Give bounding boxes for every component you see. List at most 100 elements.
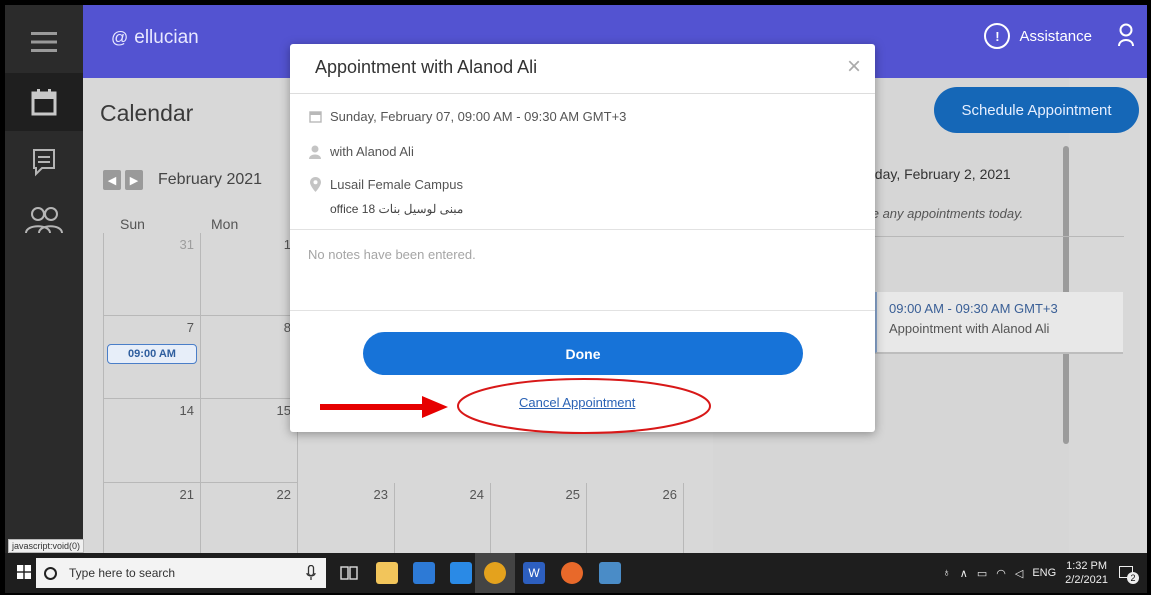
calendar-day[interactable]: 14 bbox=[104, 399, 201, 483]
notification-badge: 2 bbox=[1127, 572, 1139, 584]
brand-logo[interactable]: @ ellucian bbox=[111, 27, 199, 49]
selected-date-heading: esday, February 2, 2021 bbox=[860, 166, 1011, 182]
day-number: 14 bbox=[179, 403, 194, 418]
search-placeholder: Type here to search bbox=[69, 566, 176, 580]
taskbar-clock[interactable]: 1:32 PM 2/2/2021 bbox=[1065, 559, 1108, 587]
calendar-day[interactable]: 31 bbox=[104, 233, 201, 316]
app-pinned-icon[interactable] bbox=[599, 562, 621, 584]
calendar-day[interactable]: 7 09:00 AM bbox=[104, 316, 201, 399]
modal-title: Appointment with Alanod Ali bbox=[315, 57, 538, 77]
left-sidebar bbox=[5, 5, 83, 555]
ellucian-logo-icon: @ bbox=[111, 28, 129, 47]
day-number: 25 bbox=[565, 487, 580, 502]
windows-taskbar: Type here to search W ♁ ∧ ▭ ◠ ◁ ENG 1:32… bbox=[5, 553, 1147, 593]
chevron-right-icon: ▶ bbox=[129, 174, 139, 187]
calendar-day[interactable]: 1 bbox=[201, 233, 298, 316]
task-view-icon[interactable] bbox=[340, 564, 358, 582]
calendar-day[interactable]: 23 bbox=[298, 483, 395, 555]
chrome-icon[interactable] bbox=[484, 562, 506, 584]
people-tray-icon[interactable]: ♁ bbox=[943, 567, 951, 579]
appointment-modal: Appointment with Alanod Ali × Sunday, Fe… bbox=[290, 44, 875, 432]
firefox-icon[interactable] bbox=[561, 562, 583, 584]
calendar-day[interactable]: 24 bbox=[395, 483, 491, 555]
appointment-time: 09:00 AM - 09:30 AM GMT+3 bbox=[889, 301, 1058, 316]
link-status-tooltip: javascript:void(0) bbox=[8, 539, 85, 553]
hamburger-menu-icon bbox=[31, 32, 57, 52]
page-title: Calendar bbox=[100, 100, 194, 126]
menu-button[interactable] bbox=[5, 13, 83, 71]
day-number: 31 bbox=[179, 237, 194, 252]
day-number: 23 bbox=[373, 487, 388, 502]
brand-name: ellucian bbox=[134, 27, 199, 48]
notes-icon bbox=[33, 149, 55, 177]
schedule-appointment-button[interactable]: Schedule Appointment bbox=[934, 87, 1139, 133]
appointment-datetime: Sunday, February 07, 09:00 AM - 09:30 AM… bbox=[308, 109, 626, 124]
calendar-icon bbox=[31, 89, 57, 116]
cancel-appointment-link[interactable]: Cancel Appointment bbox=[519, 395, 635, 410]
month-navigation: ◀ ▶ February 2021 bbox=[103, 170, 262, 190]
day-number: 15 bbox=[276, 403, 291, 418]
appointment-location: Lusail Female Campus bbox=[308, 177, 463, 192]
calendar-day[interactable]: 15 bbox=[201, 399, 298, 483]
month-label: February 2021 bbox=[158, 171, 263, 188]
day-number: 24 bbox=[469, 487, 484, 502]
user-icon[interactable] bbox=[1117, 23, 1135, 47]
exclamation-icon: ! bbox=[984, 23, 1011, 49]
system-tray: ♁ ∧ ▭ ◠ ◁ ENG 1:32 PM 2/2/2021 2 bbox=[943, 559, 1139, 587]
person-icon bbox=[309, 145, 321, 159]
mail-icon[interactable] bbox=[450, 562, 472, 584]
store-icon[interactable] bbox=[413, 562, 435, 584]
modal-header: Appointment with Alanod Ali × bbox=[290, 44, 875, 94]
wifi-icon[interactable]: ◠ bbox=[996, 567, 1006, 580]
day-number: 21 bbox=[179, 487, 194, 502]
file-explorer-icon[interactable] bbox=[376, 562, 398, 584]
done-button[interactable]: Done bbox=[363, 332, 803, 375]
appointment-attendee: with Alanod Ali bbox=[308, 144, 414, 159]
appointment-card[interactable]: 09:00 AM - 09:30 AM GMT+3 Appointment wi… bbox=[873, 292, 1123, 354]
taskbar-search-box[interactable]: Type here to search bbox=[36, 558, 326, 588]
attendee-text: with Alanod Ali bbox=[330, 144, 414, 159]
cortana-icon bbox=[44, 566, 57, 580]
day-number: 22 bbox=[276, 487, 291, 502]
calendar-day[interactable]: 8 bbox=[201, 316, 298, 399]
battery-icon[interactable]: ▭ bbox=[977, 567, 987, 580]
volume-icon[interactable]: ◁ bbox=[1015, 567, 1023, 580]
notes-text: No notes have been entered. bbox=[308, 247, 476, 262]
calendar-day[interactable]: 22 bbox=[201, 483, 298, 555]
calendar-day[interactable]: 26 bbox=[587, 483, 684, 555]
appointment-title: Appointment with Alanod Ali bbox=[889, 321, 1050, 336]
sidebar-item-calendar[interactable] bbox=[5, 73, 83, 131]
no-appointments-text: ave any appointments today. bbox=[858, 206, 1024, 221]
day-number: 26 bbox=[662, 487, 677, 502]
calendar-day[interactable]: 25 bbox=[491, 483, 587, 555]
microphone-icon[interactable] bbox=[306, 565, 316, 581]
event-pill[interactable]: 09:00 AM bbox=[107, 344, 197, 364]
modal-divider bbox=[290, 229, 875, 230]
calendar-day[interactable]: 21 bbox=[104, 483, 201, 555]
sidebar-item-notes[interactable] bbox=[5, 133, 83, 191]
clock-time: 1:32 PM bbox=[1066, 560, 1108, 572]
clock-date: 2/2/2021 bbox=[1065, 574, 1108, 586]
assistance-button[interactable]: ! Assistance bbox=[984, 23, 1092, 49]
assistance-label: Assistance bbox=[1019, 27, 1092, 45]
tray-overflow-icon[interactable]: ∧ bbox=[960, 567, 968, 580]
close-icon: × bbox=[846, 53, 861, 80]
sidebar-item-people[interactable] bbox=[5, 191, 83, 249]
modal-divider bbox=[290, 310, 875, 311]
location-text: Lusail Female Campus bbox=[330, 177, 463, 192]
prev-month-button[interactable]: ◀ bbox=[103, 170, 121, 190]
word-icon[interactable]: W bbox=[523, 562, 545, 584]
location-pin-icon bbox=[309, 177, 321, 192]
weekday-header: Mon bbox=[211, 216, 239, 232]
windows-start-icon[interactable] bbox=[17, 565, 31, 579]
people-icon bbox=[25, 207, 63, 234]
office-text: office 18 مبنى لوسيل بنات bbox=[330, 202, 464, 216]
panel-divider bbox=[858, 236, 1124, 237]
close-button[interactable]: × bbox=[847, 55, 861, 79]
notification-center-button[interactable]: 2 bbox=[1117, 564, 1139, 584]
input-language[interactable]: ENG bbox=[1032, 567, 1056, 579]
next-month-button[interactable]: ▶ bbox=[125, 170, 143, 190]
calendar-icon bbox=[308, 111, 322, 123]
weekday-header: Sun bbox=[120, 216, 145, 232]
chevron-left-icon: ◀ bbox=[107, 174, 117, 187]
